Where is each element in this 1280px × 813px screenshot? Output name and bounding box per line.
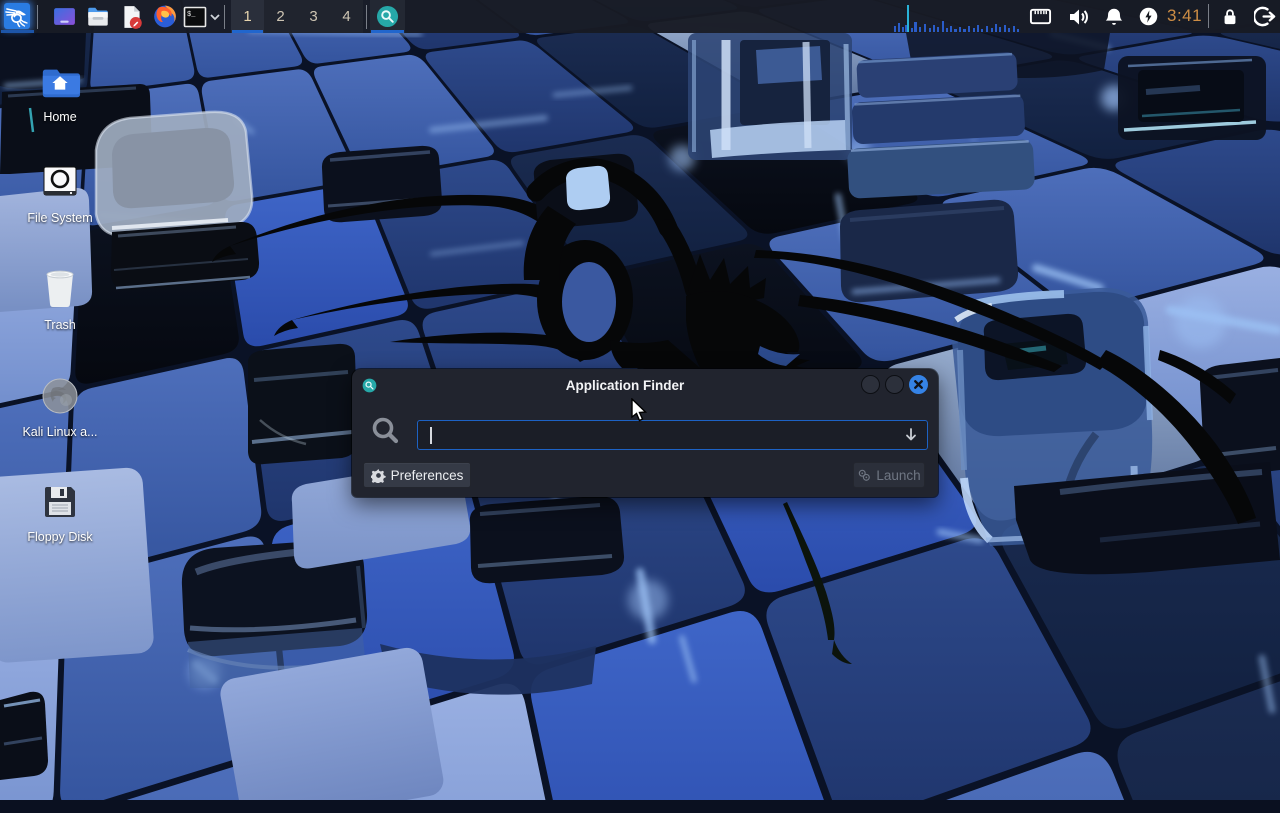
svg-text:$_: $_	[187, 11, 196, 19]
